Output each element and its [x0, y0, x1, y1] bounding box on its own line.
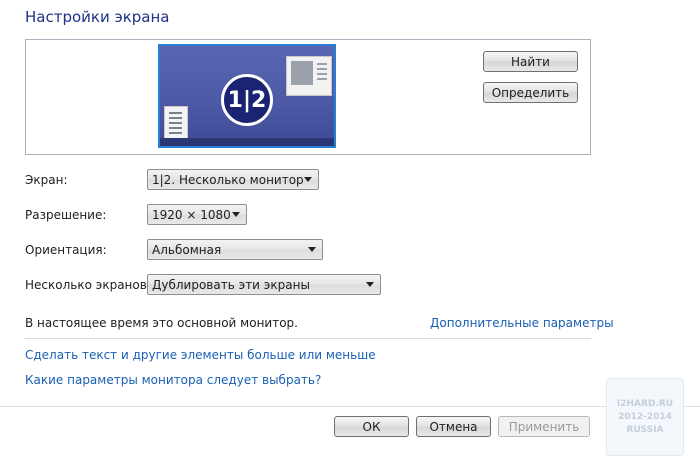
ok-button[interactable]: ОК [334, 416, 409, 437]
orientation-label: Ориентация: [25, 243, 107, 257]
orientation-select-value: Альбомная [152, 242, 222, 257]
find-button[interactable]: Найти [483, 51, 578, 72]
multiple-displays-select-value: Дублировать эти экраны [152, 277, 310, 292]
cancel-button[interactable]: Отмена [416, 416, 491, 437]
monitor-number-badge: 1|2 [221, 74, 273, 126]
orientation-select[interactable]: Альбомная [147, 239, 323, 260]
screen-select-value: 1|2. Несколько мониторов [152, 172, 304, 187]
advanced-settings-link[interactable]: Дополнительные параметры [430, 316, 614, 330]
apply-button[interactable]: Применить [498, 416, 590, 437]
resolution-label: Разрешение: [25, 208, 107, 222]
chevron-down-icon [232, 212, 240, 217]
multiple-displays-select[interactable]: Дублировать эти экраны [147, 274, 381, 295]
resolution-select[interactable]: 1920 × 1080 [147, 204, 247, 225]
monitor-thumbnail[interactable]: 1|2 [158, 44, 336, 148]
divider [25, 338, 591, 339]
chevron-down-icon [308, 247, 316, 252]
window-thumbnail-large [286, 56, 332, 96]
chevron-down-icon [366, 282, 374, 287]
screen-label: Экран: [25, 173, 68, 187]
text-size-link[interactable]: Сделать текст и другие элементы больше и… [25, 348, 376, 362]
which-settings-link[interactable]: Какие параметры монитора следует выбрать… [25, 373, 321, 387]
identify-button[interactable]: Определить [483, 82, 578, 103]
screen-select[interactable]: 1|2. Несколько мониторов [147, 169, 319, 190]
chevron-down-icon [304, 177, 312, 182]
page-title: Настройки экрана [25, 8, 170, 26]
taskbar-thumbnail [160, 138, 334, 146]
multiple-displays-label: Несколько экранов: [25, 278, 151, 292]
watermark: I2HARD.RU 2012-2014 RUSSIA [606, 378, 684, 456]
main-monitor-status: В настоящее время это основной монитор. [25, 316, 298, 330]
resolution-select-value: 1920 × 1080 [152, 207, 231, 222]
